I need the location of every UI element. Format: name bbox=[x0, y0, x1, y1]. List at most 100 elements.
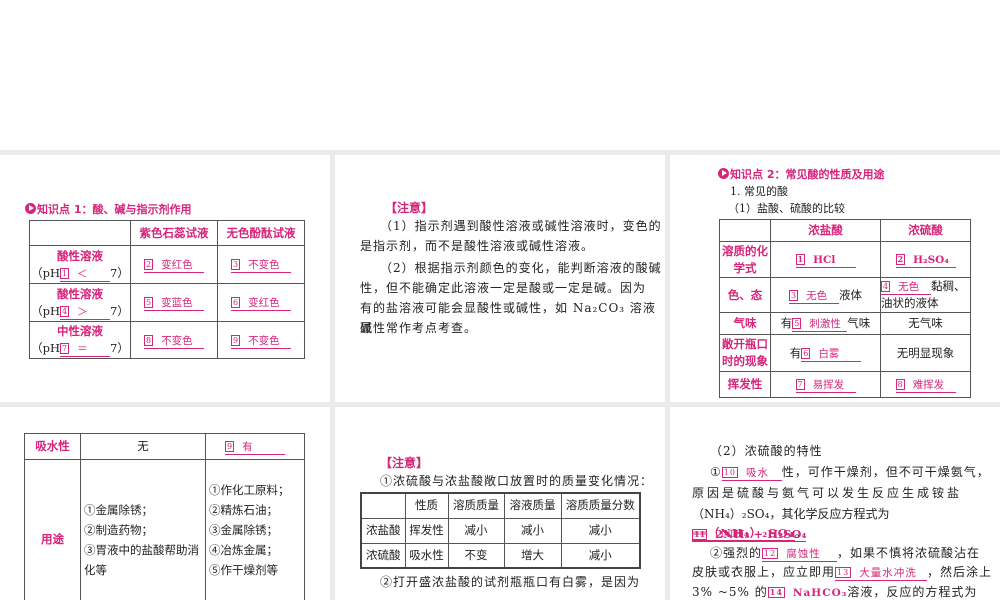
answer: 易挥发 bbox=[812, 379, 845, 391]
text: （NH₄）₂SO₄，其化学反应方程式为 bbox=[692, 507, 890, 521]
table-row: 中性溶液 （pH 7 ＝ 7） 8 不变色 9 不变色 bbox=[29, 321, 305, 359]
note-title: 【注意】 bbox=[385, 201, 434, 215]
use-item: ②制造药物； bbox=[84, 523, 153, 537]
cell-text: 无明显现象 bbox=[880, 334, 971, 372]
note-line: （2）根据指示剂颜色的变化，能判断溶液的酸碱 bbox=[380, 261, 662, 275]
note-line: ①浓硫酸与浓盐酸敞口放置时的质量变化情况： bbox=[380, 474, 654, 488]
note-line: （1）指示剂遇到酸性溶液或碱性溶液时，变色的 bbox=[380, 219, 662, 233]
blank-number: 10 bbox=[721, 467, 738, 478]
subheading: 1. 常见的酸 bbox=[730, 185, 788, 198]
row-label: 中性溶液 bbox=[57, 324, 103, 338]
use-item: ②精炼石油； bbox=[209, 503, 278, 517]
panel-common-acids: 知识点 2：常见酸的性质及用途 1. 常见的酸 （1）盐酸、硫酸的比较 浓盐酸浓… bbox=[670, 155, 1000, 402]
table-row: 吸水性无 9有 bbox=[24, 433, 305, 460]
cell: 减小 bbox=[447, 517, 505, 544]
ph-answer: ＝ bbox=[77, 343, 88, 355]
blank-number: 14 bbox=[767, 587, 785, 598]
blank-number: 12 bbox=[762, 548, 779, 559]
blank-number: 13 bbox=[835, 567, 852, 578]
text: ②强烈的 bbox=[710, 546, 763, 560]
blank-number: 7 bbox=[60, 343, 70, 354]
ph-answer: ＞ bbox=[77, 305, 88, 318]
ph-prefix: （pH bbox=[31, 265, 61, 280]
panel-acid-table-continued: 吸水性无 9有 用途 ①金属除锈； ②制造药物； ③胃液中的盐酸帮助消化等 ①作化工… bbox=[0, 407, 330, 600]
use-item: ③胃液中的盐酸帮助消化等 bbox=[84, 543, 199, 577]
row-label: 气味 bbox=[719, 312, 771, 335]
table-row: 酸性溶液 （pH 4 ＞ 7） 5 变蓝色 6 变红色 bbox=[29, 283, 305, 322]
play-bullet-icon bbox=[718, 168, 729, 179]
col-header bbox=[360, 492, 406, 519]
ph-prefix: （pH bbox=[31, 303, 61, 318]
table-row: 敞开瓶口时的现象 有 6 白雾 无明显现象 bbox=[719, 334, 971, 372]
answer: 吸水 bbox=[745, 467, 769, 479]
indicator-table: 紫色石蕊试液 无色酚酞试液 酸性溶液 （pH 1 ＜ 7） 2 变红色 3 不变色 酸性溶液（… bbox=[29, 220, 305, 359]
answer: 难挥发 bbox=[912, 379, 945, 391]
blank-number: 9 bbox=[231, 334, 241, 346]
cell: 减小 bbox=[503, 517, 562, 544]
blank-number: 1 bbox=[60, 267, 70, 279]
table-row: 溶质的化学式 1 HCl 2 H₂SO₄ bbox=[719, 241, 971, 278]
answer: 刺激性 bbox=[809, 318, 841, 330]
subheading: （2）浓硫酸的特性 bbox=[710, 444, 823, 458]
answer: 不变色 bbox=[248, 334, 280, 347]
panel-note-mass-change: 【注意】 ①浓硫酸与浓盐酸敞口放置时的质量变化情况： 性质 溶质质量 溶液质量 溶质质… bbox=[335, 407, 665, 600]
ph-suffix: 7） bbox=[110, 265, 129, 280]
blank-number: 4 bbox=[881, 281, 891, 292]
blank-number: 2 bbox=[895, 254, 906, 265]
note-line: ②打开盛浓盐酸的试剂瓶瓶口有白雾，是因为 bbox=[380, 575, 641, 589]
blank-number: 5 bbox=[144, 297, 154, 308]
text: 3% ~5% 的 bbox=[692, 585, 768, 599]
ph-suffix: 7） bbox=[110, 303, 129, 318]
row-label: 酸性溶液 bbox=[57, 248, 103, 263]
row-label: 挥发性 bbox=[719, 371, 771, 398]
table-row: 用途 ①金属除锈； ②制造药物； ③胃液中的盐酸帮助消化等 ①作化工原料； ②精炼石油… bbox=[24, 459, 305, 600]
use-item: ③金属除锈； bbox=[209, 523, 278, 537]
table-row: 浓盐酸 挥发性 减小 减小 减小 bbox=[360, 517, 641, 544]
row-label: 吸水性 bbox=[24, 433, 81, 460]
blank-number: 8 bbox=[144, 334, 154, 346]
table-row: 气味 有 5 刺激性 气味 无气味 bbox=[719, 312, 971, 335]
note-line: 是指示剂，而不是酸性溶液或碱性溶液。 bbox=[360, 239, 595, 253]
use-item: ①作化工原料； bbox=[209, 483, 290, 497]
ph-prefix: （pH bbox=[31, 341, 61, 355]
answer: 有 bbox=[242, 441, 253, 453]
text: 。 bbox=[794, 526, 808, 540]
col-header: 溶质质量 bbox=[447, 492, 505, 519]
cell-text: 有 bbox=[780, 316, 793, 330]
answer: 白雾 bbox=[818, 347, 840, 360]
row-label: 敞开瓶口时的现象 bbox=[719, 334, 771, 372]
text: ，然后涂上 bbox=[927, 565, 993, 579]
cell-text: 无气味 bbox=[880, 312, 971, 335]
answer: 无色 bbox=[806, 289, 828, 302]
panel-sulfuric-properties: （2）浓硫酸的特性 ① 10 吸水 性，可作干燥剂，但不可干燥氨气， 原因是硫酸与氨气… bbox=[670, 407, 1000, 600]
acid-comparison-table: 浓盐酸 浓硫酸 溶质的化学式 1 HCl 2 H₂SO₄ 色、态 3 无色 液体 4 无色黏… bbox=[719, 219, 971, 398]
blank-number: 8 bbox=[895, 379, 905, 390]
panel-note-indicators: 【注意】 （1）指示剂遇到酸性溶液或碱性溶液时，变色的 是指示剂，而不是酸性溶液… bbox=[335, 155, 665, 402]
answer: 变红色 bbox=[161, 259, 193, 271]
cell-text: 气味 bbox=[847, 316, 871, 330]
table-row: 色、态 3 无色 液体 4 无色 黏稠、油状的液体 bbox=[719, 277, 971, 313]
answer: 变红色 bbox=[248, 297, 280, 309]
use-item: ①金属除锈； bbox=[84, 503, 153, 517]
text: 性，可作干燥剂，但不可干燥氨气， bbox=[781, 465, 990, 479]
cell: 不变 bbox=[447, 542, 505, 569]
answer: 腐蚀性 bbox=[786, 548, 821, 560]
mass-change-table: 性质 溶质质量 溶液质量 溶质质量分数 浓盐酸 挥发性 减小 减小 减小 浓硫酸 吸水性 不变 增大… bbox=[360, 492, 641, 569]
cell: 浓盐酸 bbox=[360, 517, 406, 544]
row-label: 色、态 bbox=[719, 277, 771, 313]
table-row: 浓硫酸 吸水性 不变 增大 减小 bbox=[360, 542, 641, 569]
col-header: 浓盐酸 bbox=[770, 219, 881, 242]
heading-text: 知识点 2：常见酸的性质及用途 bbox=[730, 168, 885, 181]
subheading: （1）盐酸、硫酸的比较 bbox=[728, 202, 845, 215]
col-header: 浓硫酸 bbox=[880, 219, 971, 242]
blank-number: 3 bbox=[789, 289, 799, 301]
note-title: 【注意】 bbox=[380, 456, 429, 470]
answer: 大量水冲洗 bbox=[859, 567, 917, 579]
text: ，如果不慎将浓硫酸沾在 bbox=[837, 546, 981, 560]
blank-number: 3 bbox=[231, 259, 241, 270]
col-header: 溶液质量 bbox=[503, 492, 562, 519]
text: ① bbox=[710, 465, 722, 479]
row-label: 用途 bbox=[24, 459, 81, 600]
answer: 变蓝色 bbox=[161, 297, 193, 309]
row-label: 溶质的化学式 bbox=[719, 241, 771, 278]
